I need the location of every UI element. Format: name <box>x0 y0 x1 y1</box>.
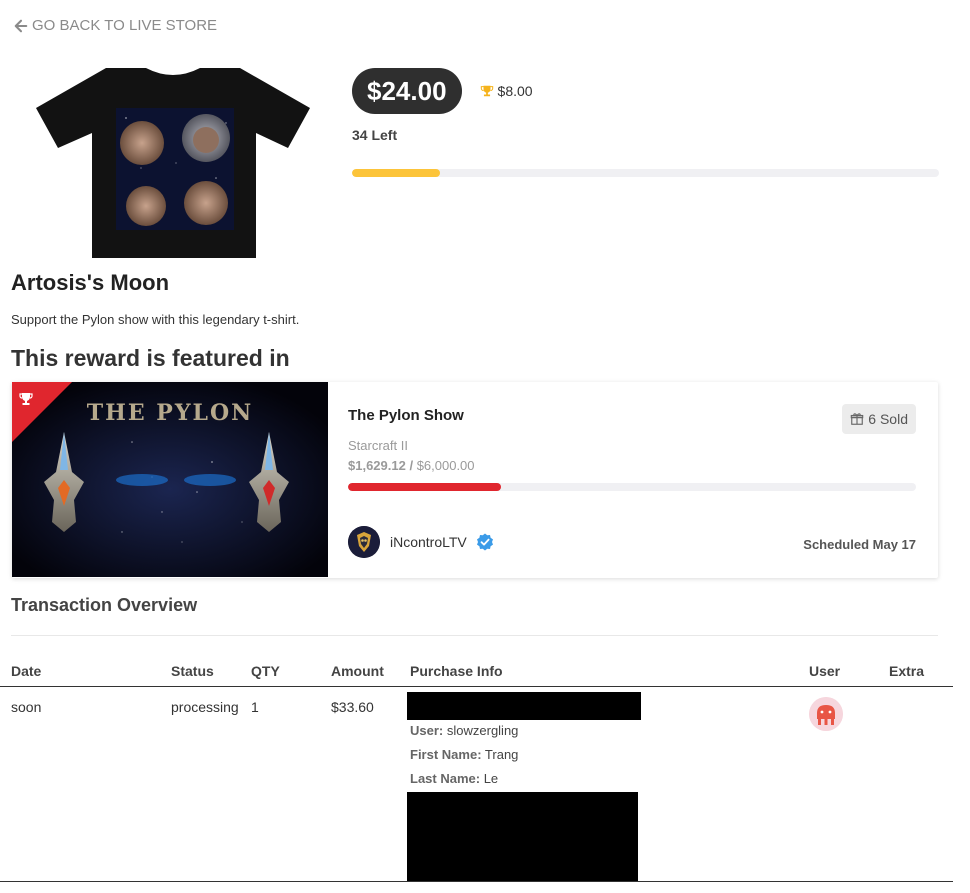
trophy-icon <box>480 85 493 97</box>
purchase-user-label: User: <box>410 723 444 738</box>
col-qty-header: QTY <box>251 663 280 679</box>
product-image <box>36 68 310 258</box>
raised-amount: $1,629.12 / $6,000.00 <box>348 458 475 473</box>
raised-goal: $6,000.00 <box>416 458 475 473</box>
banner-text: THE PYLON <box>87 400 254 426</box>
purchase-first-name: First Name: Trang <box>410 747 518 762</box>
featured-heading: This reward is featured in <box>11 345 290 371</box>
col-user-header: User <box>809 663 841 679</box>
stock-progress-bar <box>352 169 939 177</box>
section-divider <box>11 635 938 636</box>
product-title: Artosis's Moon <box>11 270 170 295</box>
purchase-last-name: Last Name: Le <box>410 771 498 786</box>
col-date-header: Date <box>11 663 42 679</box>
stock-left-count: 34 Left <box>352 127 398 143</box>
redacted-block <box>407 692 641 720</box>
streamer-info[interactable]: iNcontroLTV <box>348 526 494 558</box>
trophy-price: $8.00 <box>480 83 533 99</box>
last-name-label: Last Name: <box>410 771 481 786</box>
streamer-logo-icon <box>348 526 380 558</box>
featured-event-card[interactable]: THE PYLON The Pylon Show 6 Sold Starcraf… <box>12 382 938 578</box>
raise-progress-fill <box>348 483 502 491</box>
arrow-left-icon <box>14 19 28 32</box>
table-bottom-border <box>0 881 953 882</box>
verified-badge-icon <box>476 533 493 551</box>
price-pill: $24.00 <box>352 68 462 114</box>
cell-amount: $33.60 <box>331 699 374 715</box>
sold-count-label: 6 Sold <box>868 411 908 427</box>
back-link-label: GO BACK TO LIVE STORE <box>32 17 218 34</box>
scheduled-date: Scheduled May 17 <box>803 537 916 552</box>
col-status-header: Status <box>171 663 214 679</box>
purchase-user: User: slowzergling <box>410 723 518 738</box>
sold-count-badge: 6 Sold <box>842 404 916 434</box>
first-name-value: Trang <box>484 747 519 762</box>
event-game: Starcraft II <box>348 438 408 453</box>
zergling-avatar-icon <box>809 697 843 731</box>
raised-current: $1,629.12 / <box>348 458 414 473</box>
gift-icon <box>851 413 864 425</box>
col-purchase-info-header: Purchase Info <box>410 663 503 679</box>
product-description: Support the Pylon show with this legenda… <box>11 312 300 327</box>
transaction-overview-title: Transaction Overview <box>11 595 198 615</box>
price-row: $24.00 $8.00 <box>352 68 533 114</box>
event-banner-image: THE PYLON <box>12 382 328 577</box>
cell-qty: 1 <box>251 699 259 715</box>
table-header-divider <box>0 686 953 687</box>
trophy-price-value: $8.00 <box>497 83 533 99</box>
first-name-label: First Name: <box>410 747 482 762</box>
raise-progress-bar <box>348 483 916 491</box>
trophy-badge <box>12 382 72 442</box>
redacted-block <box>407 792 638 881</box>
user-avatar[interactable] <box>809 697 843 731</box>
streamer-name[interactable]: iNcontroLTV <box>390 534 467 550</box>
last-name-value: Le <box>483 771 499 786</box>
col-amount-header: Amount <box>331 663 384 679</box>
event-info: The Pylon Show 6 Sold Starcraft II $1,62… <box>348 382 916 578</box>
stock-progress-fill <box>352 169 441 177</box>
streamer-avatar[interactable] <box>348 526 380 558</box>
purchase-user-value: slowzergling <box>446 723 519 738</box>
col-extra-header: Extra <box>889 663 925 679</box>
back-to-store-link[interactable]: GO BACK TO LIVE STORE <box>14 17 217 34</box>
cell-status: processing <box>171 699 239 715</box>
cell-date: soon <box>11 699 42 715</box>
event-title[interactable]: The Pylon Show <box>348 407 464 424</box>
